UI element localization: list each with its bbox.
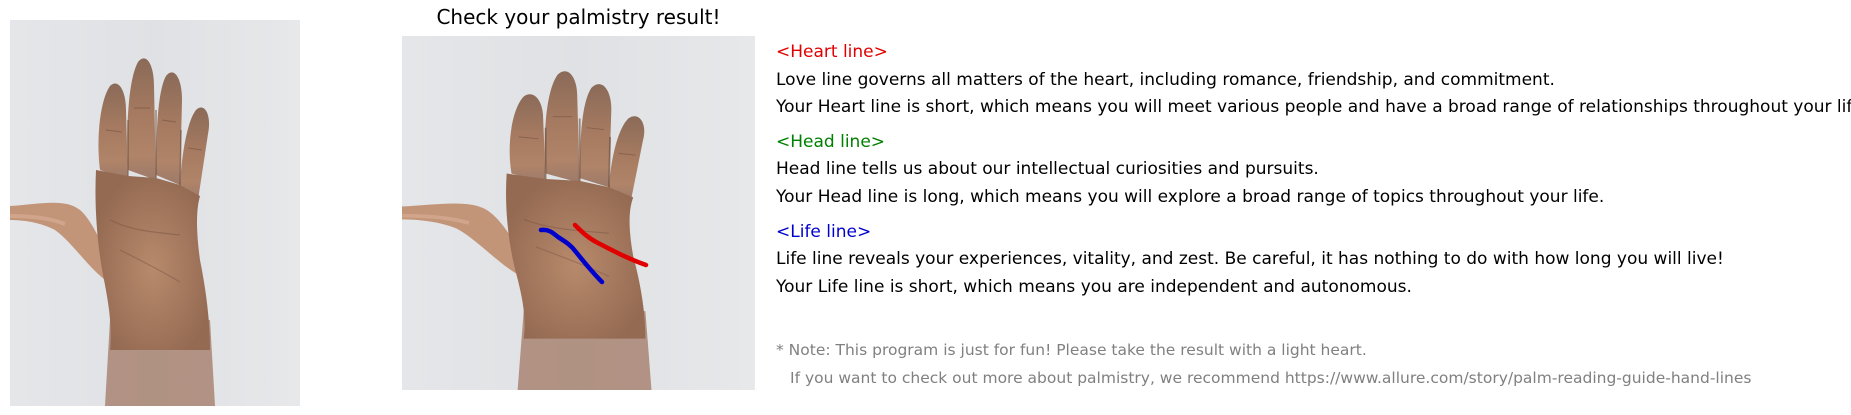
life-line-label: <Life line>	[776, 222, 872, 242]
palmistry-reference-note: If you want to check out more about palm…	[790, 369, 1752, 387]
fun-note: * Note: This program is just for fun! Pl…	[776, 341, 1367, 359]
heart-line-description: Love line governs all matters of the hea…	[776, 70, 1555, 90]
heart-line-label: <Heart line>	[776, 42, 888, 62]
head-line-result: Your Head line is long, which means you …	[776, 187, 1605, 207]
life-line-description: Life line reveals your experiences, vita…	[776, 249, 1724, 269]
heart-line-result: Your Heart line is short, which means yo…	[776, 97, 1851, 117]
original-hand-image	[10, 20, 300, 406]
head-line-label: <Head line>	[776, 132, 886, 152]
head-line-description: Head line tells us about our intellectua…	[776, 159, 1319, 179]
annotated-hand-image	[402, 36, 755, 390]
life-line-result: Your Life line is short, which means you…	[776, 277, 1412, 297]
result-title: Check your palmistry result!	[436, 5, 721, 29]
